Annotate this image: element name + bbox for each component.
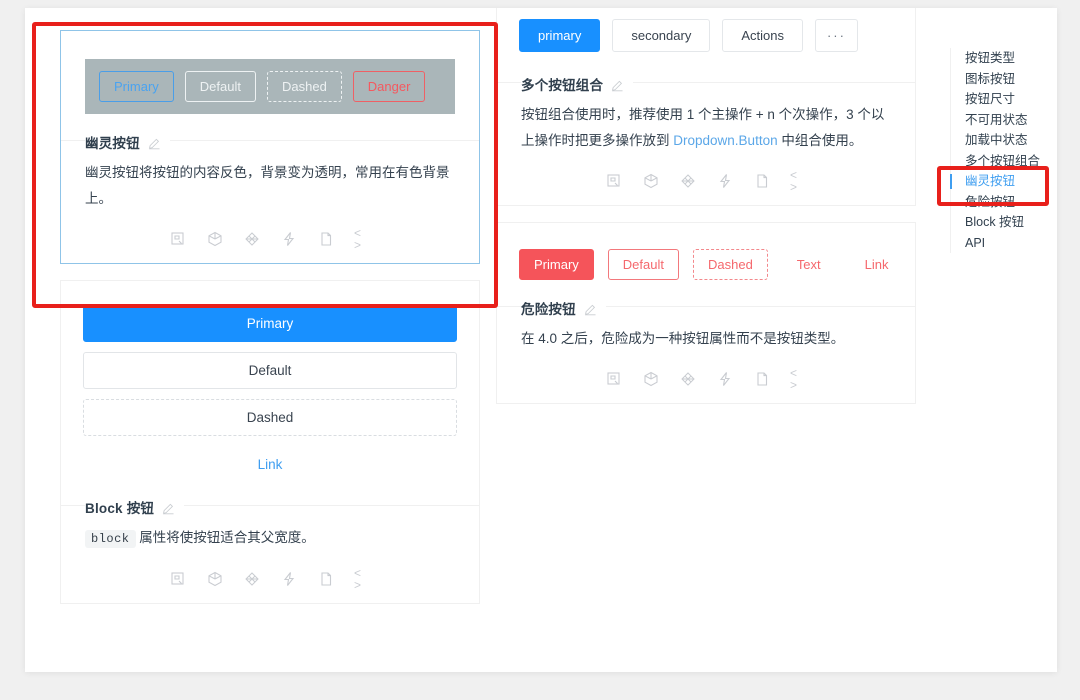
group-actions-button[interactable]: Actions — [722, 19, 803, 52]
block-primary-button[interactable]: Primary — [83, 305, 457, 342]
ghost-section-description: 幽灵按钮将按钮的内容反色，背景变为透明，常用在有色背景上。 — [85, 160, 455, 212]
danger-section-title-text: 危险按钮 — [521, 302, 576, 317]
danger-demo-area: Primary Default Dashed Text Link — [497, 223, 915, 306]
copy-snippet-icon[interactable] — [753, 172, 770, 189]
group-primary-button[interactable]: primary — [519, 19, 600, 52]
danger-card-meta: 危险按钮 在 4.0 之后，危险成为一种按钮属性而不是按钮类型。 < > — [497, 306, 915, 403]
code-brackets-icon[interactable]: < > — [790, 172, 807, 189]
group-demo-area: primary secondary Actions ··· — [497, 8, 915, 82]
anchor-item-loading-state[interactable]: 加载中状态 — [951, 130, 1057, 151]
block-card-action-row: < > — [85, 558, 455, 597]
block-section-title: Block 按钮 — [85, 497, 184, 518]
group-section-description: 按钮组合使用时，推荐使用 1 个主操作 + n 个次操作，3 个以上操作时把更多… — [521, 102, 891, 154]
group-more-button[interactable]: ··· — [815, 19, 858, 52]
dropdown-button-link[interactable]: Dropdown.Button — [673, 133, 777, 148]
edit-pencil-icon[interactable] — [162, 502, 175, 518]
group-section-title-text: 多个按钮组合 — [521, 78, 603, 93]
thunderbolt-icon[interactable] — [716, 172, 733, 189]
codepen-box-icon[interactable] — [206, 230, 223, 247]
anchor-item-block-button[interactable]: Block 按钮 — [951, 212, 1057, 233]
danger-section-title: 危险按钮 — [521, 298, 606, 319]
anchor-item-disabled-state[interactable]: 不可用状态 — [951, 110, 1057, 131]
danger-section-description: 在 4.0 之后，危险成为一种按钮属性而不是按钮类型。 — [521, 326, 891, 352]
code-brackets-icon[interactable]: < > — [354, 570, 371, 587]
ghost-button-strip: Primary Default Dashed Danger — [85, 59, 455, 114]
thunderbolt-icon[interactable] — [280, 570, 297, 587]
danger-text-button[interactable]: Text — [782, 249, 836, 280]
anchor-item-ghost-button[interactable]: 幽灵按钮 — [951, 171, 1057, 192]
ghost-dashed-button[interactable]: Dashed — [267, 71, 342, 102]
anchor-nav-column: 按钮类型 图标按钮 按钮尺寸 不可用状态 加载中状态 多个按钮组合 幽灵按钮 危… — [950, 48, 1057, 253]
codesandbox-icon[interactable] — [169, 570, 186, 587]
ghost-demo-area: Primary Default Dashed Danger — [61, 31, 479, 140]
ghost-default-button[interactable]: Default — [185, 71, 256, 102]
copy-snippet-icon[interactable] — [317, 230, 334, 247]
edit-pencil-icon[interactable] — [148, 137, 161, 153]
anchor-nav: 按钮类型 图标按钮 按钮尺寸 不可用状态 加载中状态 多个按钮组合 幽灵按钮 危… — [950, 48, 1057, 253]
block-dashed-button[interactable]: Dashed — [83, 399, 457, 436]
block-code-chip: block — [85, 530, 136, 548]
ghost-card-action-row: < > — [85, 218, 455, 257]
danger-primary-button[interactable]: Primary — [519, 249, 594, 280]
codesandbox-icon[interactable] — [605, 172, 622, 189]
code-brackets-icon[interactable]: < > — [354, 230, 371, 247]
sketch-diamond-icon[interactable] — [243, 230, 260, 247]
group-card-meta: 多个按钮组合 按钮组合使用时，推荐使用 1 个主操作 + n 个次操作，3 个以… — [497, 82, 915, 205]
sketch-diamond-icon[interactable] — [243, 570, 260, 587]
documentation-page-container: Primary Default Dashed Danger 幽灵按钮 幽灵按钮将… — [25, 8, 1057, 672]
thunderbolt-icon[interactable] — [280, 230, 297, 247]
edit-pencil-icon[interactable] — [584, 303, 597, 319]
sketch-diamond-icon[interactable] — [679, 370, 696, 387]
anchor-item-button-group[interactable]: 多个按钮组合 — [951, 151, 1057, 172]
left-column: Primary Default Dashed Danger 幽灵按钮 幽灵按钮将… — [60, 30, 480, 620]
anchor-item-button-types[interactable]: 按钮类型 — [951, 48, 1057, 69]
block-demo-area: Primary Default Dashed Link — [61, 281, 479, 505]
copy-snippet-icon[interactable] — [753, 370, 770, 387]
ghost-section-title-text: 幽灵按钮 — [85, 136, 140, 151]
block-default-button[interactable]: Default — [83, 352, 457, 389]
group-secondary-button[interactable]: secondary — [612, 19, 710, 52]
edit-pencil-icon[interactable] — [611, 79, 624, 95]
danger-link-button[interactable]: Link — [850, 249, 904, 280]
codepen-box-icon[interactable] — [642, 172, 659, 189]
anchor-item-api[interactable]: API — [951, 233, 1057, 254]
danger-card-action-row: < > — [521, 358, 891, 397]
group-description-part2: 中组合使用。 — [778, 133, 863, 148]
block-button-demo-card[interactable]: Primary Default Dashed Link Block 按钮 blo… — [60, 280, 480, 604]
code-brackets-icon[interactable]: < > — [790, 370, 807, 387]
anchor-item-button-size[interactable]: 按钮尺寸 — [951, 89, 1057, 110]
codesandbox-icon[interactable] — [169, 230, 186, 247]
ghost-danger-button[interactable]: Danger — [353, 71, 426, 102]
copy-snippet-icon[interactable] — [317, 570, 334, 587]
danger-button-demo-card[interactable]: Primary Default Dashed Text Link 危险按钮 在 … — [496, 222, 916, 404]
sketch-diamond-icon[interactable] — [679, 172, 696, 189]
anchor-item-danger-button[interactable]: 危险按钮 — [951, 192, 1057, 213]
block-description-text: 属性将使按钮适合其父宽度。 — [139, 530, 315, 545]
block-link-button[interactable]: Link — [83, 446, 457, 483]
group-section-title: 多个按钮组合 — [521, 74, 633, 95]
block-section-description: block 属性将使按钮适合其父宽度。 — [85, 525, 455, 552]
block-section-title-text: Block 按钮 — [85, 501, 154, 516]
button-group-demo-card[interactable]: primary secondary Actions ··· 多个按钮组合 按钮组… — [496, 8, 916, 206]
ghost-section-title: 幽灵按钮 — [85, 132, 170, 153]
group-card-action-row: < > — [521, 160, 891, 199]
ghost-card-meta: 幽灵按钮 幽灵按钮将按钮的内容反色，背景变为透明，常用在有色背景上。 < > — [61, 140, 479, 263]
codesandbox-icon[interactable] — [605, 370, 622, 387]
ghost-primary-button[interactable]: Primary — [99, 71, 174, 102]
codepen-box-icon[interactable] — [206, 570, 223, 587]
danger-default-button[interactable]: Default — [608, 249, 679, 280]
codepen-box-icon[interactable] — [642, 370, 659, 387]
ghost-button-demo-card[interactable]: Primary Default Dashed Danger 幽灵按钮 幽灵按钮将… — [60, 30, 480, 264]
danger-dashed-button[interactable]: Dashed — [693, 249, 768, 280]
block-card-meta: Block 按钮 block 属性将使按钮适合其父宽度。 < > — [61, 505, 479, 603]
anchor-item-icon-button[interactable]: 图标按钮 — [951, 69, 1057, 90]
middle-column: primary secondary Actions ··· 多个按钮组合 按钮组… — [496, 8, 916, 420]
thunderbolt-icon[interactable] — [716, 370, 733, 387]
